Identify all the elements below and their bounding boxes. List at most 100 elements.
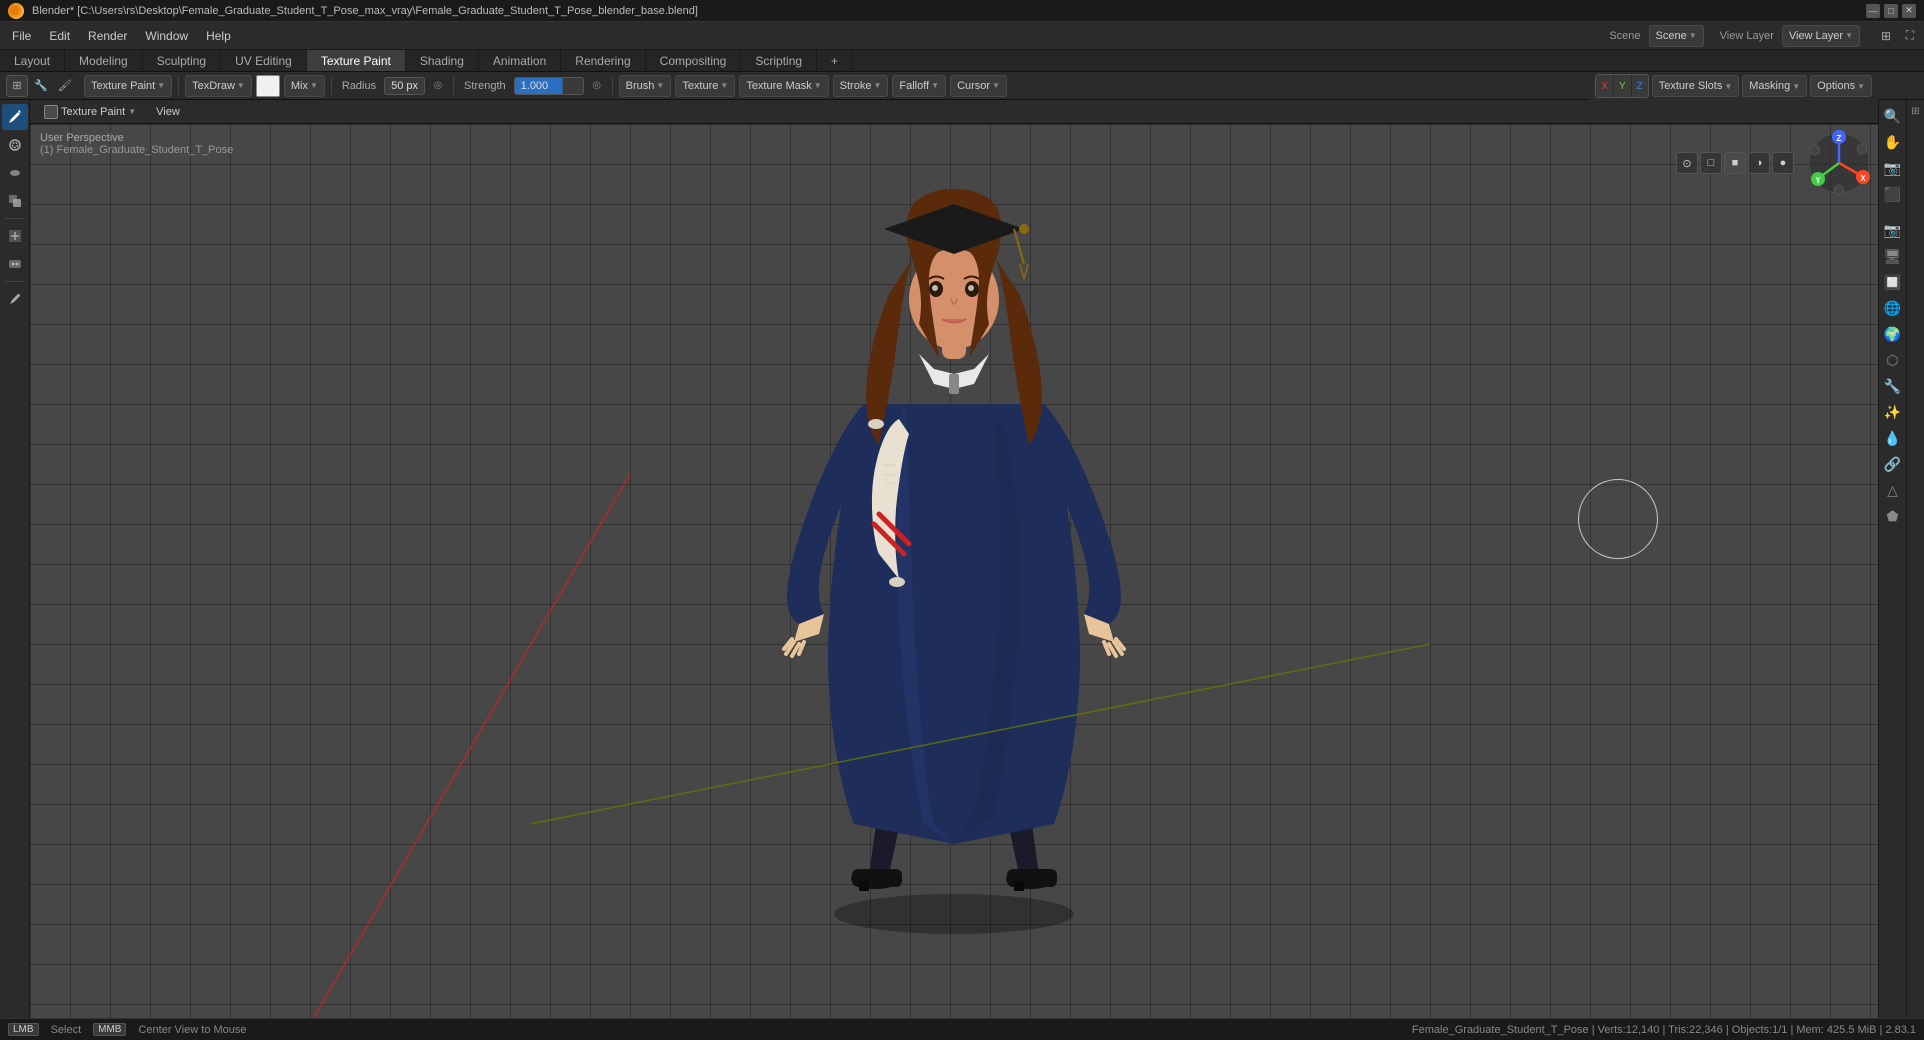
cursor-label: Cursor <box>957 80 990 92</box>
tab-layout[interactable]: Layout <box>0 50 65 71</box>
scene-props-icon[interactable]: 🌐 <box>1881 296 1905 320</box>
viewport-shading-solid[interactable]: ■ <box>1724 152 1746 174</box>
world-props-icon[interactable]: 🌍 <box>1881 322 1905 346</box>
paint-mode-indicator[interactable]: Texture Paint ▼ <box>36 102 144 122</box>
hand-icon[interactable]: ✋ <box>1881 130 1905 154</box>
mode-dropdown[interactable]: Texture Paint ▼ <box>84 75 172 97</box>
blender-logo-icon <box>8 3 24 19</box>
svg-text:Z: Z <box>1837 134 1842 143</box>
viewport-shading-render[interactable]: ● <box>1772 152 1794 174</box>
soften-tool[interactable] <box>2 132 28 158</box>
tab-compositing[interactable]: Compositing <box>646 50 742 71</box>
brush-settings-dropdown[interactable]: Brush ▼ <box>619 75 672 97</box>
tool-setting-icon[interactable]: 🔧 <box>30 75 52 97</box>
stroke-dropdown[interactable]: Stroke ▼ <box>833 75 889 97</box>
camera-icon[interactable]: 📷 <box>1881 156 1905 180</box>
tool-divider-2 <box>5 281 25 282</box>
separator-2 <box>331 77 332 95</box>
tab-sculpting[interactable]: Sculpting <box>143 50 221 71</box>
view-layer-dropdown[interactable]: View Layer ▼ <box>1782 25 1860 47</box>
render-props-icon[interactable]: 📷 <box>1881 218 1905 242</box>
output-props-icon[interactable]: 🖥 <box>1881 244 1905 268</box>
viewport-shading-wire[interactable]: □ <box>1700 152 1722 174</box>
editor-mode-icon[interactable]: ⊞ <box>6 75 28 97</box>
texture-slots-dropdown[interactable]: Texture Slots ▼ <box>1652 75 1740 97</box>
search-icon[interactable]: 🔍 <box>1881 104 1905 128</box>
maximize-button[interactable]: □ <box>1884 4 1898 18</box>
z-constraint-btn[interactable]: Z <box>1632 75 1648 97</box>
particles-props-icon[interactable]: ✨ <box>1881 400 1905 424</box>
fullscreen-icon[interactable]: ⛶ <box>1900 26 1920 46</box>
object-props-icon[interactable]: ⬡ <box>1881 348 1905 372</box>
view-menu-item[interactable]: View <box>148 102 188 122</box>
close-button[interactable]: ✕ <box>1902 4 1916 18</box>
radius-pressure-icon[interactable]: ◎ <box>429 77 447 95</box>
right-panel: ⊞ <box>1906 100 1924 1018</box>
color-swatch[interactable] <box>256 75 280 97</box>
texture-mask-dropdown[interactable]: Texture Mask ▼ <box>739 75 828 97</box>
brush-dropdown[interactable]: TexDraw ▼ <box>185 75 252 97</box>
menu-edit[interactable]: Edit <box>41 26 78 46</box>
masking-dropdown[interactable]: Masking ▼ <box>1742 75 1807 97</box>
options-dropdown[interactable]: Options ▼ <box>1810 75 1872 97</box>
blend-dropdown[interactable]: Mix ▼ <box>284 75 325 97</box>
constraints-props-icon[interactable]: 🔗 <box>1881 452 1905 476</box>
paint-icon <box>44 105 58 119</box>
window-title: Blender* [C:\Users\rs\Desktop\Female_Gra… <box>32 5 698 17</box>
strength-value[interactable]: 1.000 <box>514 77 584 95</box>
paint-toolbar-label: Texture Paint <box>61 106 125 118</box>
cursor-dropdown[interactable]: Cursor ▼ <box>950 75 1007 97</box>
minimize-button[interactable]: — <box>1866 4 1880 18</box>
fill-tool[interactable] <box>2 223 28 249</box>
physics-props-icon[interactable]: 💧 <box>1881 426 1905 450</box>
scene-dropdown[interactable]: Scene ▼ <box>1649 25 1704 47</box>
falloff-dropdown[interactable]: Falloff ▼ <box>892 75 946 97</box>
tab-modeling[interactable]: Modeling <box>65 50 143 71</box>
title-bar: Blender* [C:\Users\rs\Desktop\Female_Gra… <box>0 0 1924 22</box>
viewport[interactable]: User Perspective (1) Female_Graduate_Stu… <box>30 124 1878 1018</box>
clone-tool[interactable] <box>2 188 28 214</box>
tab-shading[interactable]: Shading <box>406 50 479 71</box>
radius-value[interactable]: 50 px <box>384 77 425 95</box>
tab-uv-editing[interactable]: UV Editing <box>221 50 307 71</box>
tab-add[interactable]: + <box>817 50 853 71</box>
viewport-shading-material[interactable]: ◑ <box>1748 152 1770 174</box>
strength-pressure-icon[interactable]: ◎ <box>588 77 606 95</box>
tab-scripting[interactable]: Scripting <box>741 50 817 71</box>
view-layer-props-icon[interactable]: 🔲 <box>1881 270 1905 294</box>
draw-tool[interactable] <box>2 104 28 130</box>
texture-mask-label: Texture Mask <box>746 80 811 92</box>
strength-label: Strength <box>460 80 510 92</box>
cube-icon[interactable]: ⬛ <box>1881 182 1905 206</box>
scene-dropdown-label: Scene <box>1656 30 1687 42</box>
mask-tool[interactable] <box>2 251 28 277</box>
center-view-label: Center View to Mouse <box>138 1024 246 1036</box>
editor-type-icon[interactable]: ⊞ <box>1876 26 1896 46</box>
modifier-props-icon[interactable]: 🔧 <box>1881 374 1905 398</box>
texture-dropdown[interactable]: Texture ▼ <box>675 75 735 97</box>
menu-help[interactable]: Help <box>198 26 239 46</box>
svg-text:X: X <box>1860 174 1866 183</box>
lmb-key: LMB <box>8 1023 39 1036</box>
navigation-gizmo[interactable]: Z X Y <box>1804 128 1874 198</box>
x-constraint-btn[interactable]: X <box>1596 75 1613 97</box>
mode-label: Texture Paint <box>91 80 155 92</box>
tab-texture-paint[interactable]: Texture Paint <box>307 50 406 71</box>
annotate-tool[interactable] <box>2 286 28 312</box>
r-icon-1[interactable]: ⊞ <box>1909 104 1923 118</box>
y-constraint-btn[interactable]: Y <box>1614 75 1631 97</box>
smear-tool[interactable] <box>2 160 28 186</box>
menu-window[interactable]: Window <box>137 26 196 46</box>
view-menu-label: View <box>156 106 180 118</box>
tab-animation[interactable]: Animation <box>479 50 561 71</box>
status-right: Female_Graduate_Student_T_Pose | Verts:1… <box>1412 1024 1916 1036</box>
menu-file[interactable]: File <box>4 26 39 46</box>
data-props-icon[interactable]: △ <box>1881 478 1905 502</box>
mmb-key: MMB <box>93 1023 126 1036</box>
tab-rendering[interactable]: Rendering <box>561 50 645 71</box>
material-props-icon[interactable]: ⬟ <box>1881 504 1905 528</box>
brush-name: TexDraw <box>192 80 235 92</box>
view-overlay-btn[interactable]: ⊙ <box>1676 152 1698 174</box>
brush-icon[interactable]: 🖌 <box>54 75 76 97</box>
menu-render[interactable]: Render <box>80 26 135 46</box>
